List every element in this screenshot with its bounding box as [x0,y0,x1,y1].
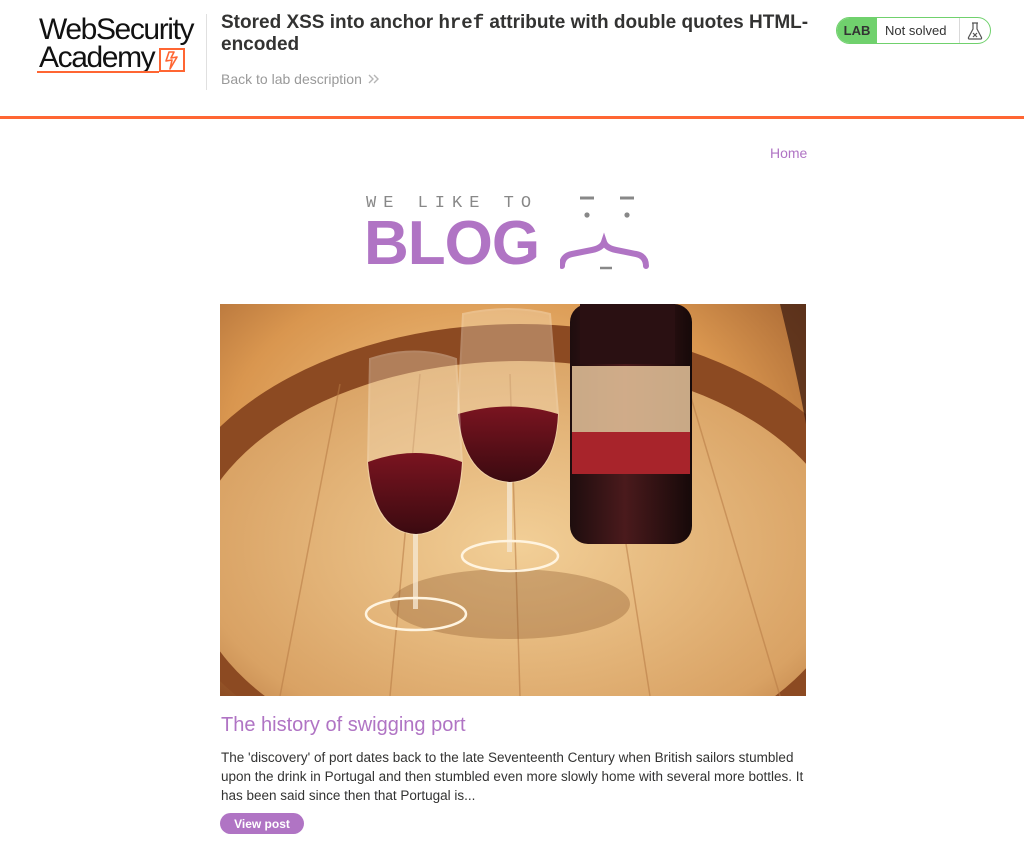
blog-logo: WE LIKE TO BLOG [364,192,664,278]
post-title-link[interactable]: The history of swigging port [221,714,466,737]
academy-header: WebSecurity Academy Stored XSS into anch… [0,0,1024,119]
logo-underline [37,71,159,73]
lab-title-code: href [438,12,485,34]
logo-text-academy: Academy [39,41,156,74]
nav-home-link[interactable]: Home [770,145,807,161]
view-post-button[interactable]: View post [220,813,304,834]
flask-icon [959,18,990,43]
post-summary: The 'discovery' of port dates back to th… [221,750,804,803]
blog-face-icon [560,196,649,270]
lab-status-widget: LAB Not solved [836,17,991,44]
lab-tag: LAB [837,18,877,43]
lab-status-text: Not solved [885,23,947,38]
back-link-label: Back to lab description [221,71,362,87]
blog-logo-word: BLOG [364,209,540,278]
web-security-academy-logo[interactable]: WebSecurity Academy [37,14,207,76]
back-to-lab-description-link[interactable]: Back to lab description [221,71,380,87]
lab-title: Stored XSS into anchor href attribute wi… [221,12,821,55]
header-divider [206,14,207,90]
chevron-right-icon [368,74,379,84]
post-image-wine-glasses[interactable] [220,304,806,696]
lightning-bolt-icon [159,48,185,72]
lab-title-text-start: Stored XSS into anchor [221,12,439,33]
